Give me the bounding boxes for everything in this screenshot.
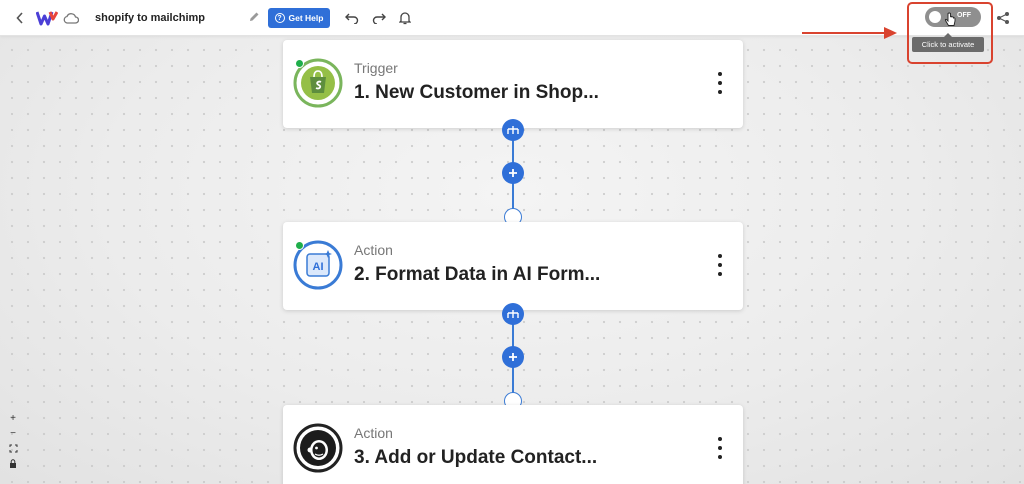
- bell-icon[interactable]: [398, 10, 412, 26]
- fit-screen-icon[interactable]: [6, 442, 20, 455]
- share-icon[interactable]: [995, 10, 1011, 26]
- step-menu-icon[interactable]: [713, 437, 727, 459]
- workflow-title[interactable]: shopify to mailchimp: [95, 9, 205, 27]
- get-help-label: Get Help: [288, 13, 324, 23]
- workflow-step-2[interactable]: AI Action 2. Format Data in AI Form...: [283, 222, 743, 310]
- step-type: Action: [354, 242, 393, 258]
- add-step-button[interactable]: [502, 346, 524, 368]
- zoom-in-button[interactable]: +: [6, 412, 20, 425]
- lock-icon[interactable]: [6, 457, 20, 470]
- step-menu-icon[interactable]: [713, 254, 727, 276]
- annotation-highlight-box: [907, 2, 993, 64]
- help-icon: ?: [274, 13, 285, 23]
- step-type: Trigger: [354, 60, 398, 76]
- add-step-button[interactable]: [502, 162, 524, 184]
- mailchimp-icon: [293, 423, 343, 473]
- chevron-left-icon[interactable]: [12, 9, 28, 27]
- zoom-out-button[interactable]: −: [6, 427, 20, 440]
- pencil-icon[interactable]: [247, 10, 261, 24]
- get-help-button[interactable]: ? Get Help: [268, 8, 330, 28]
- status-dot: [295, 59, 304, 68]
- step-type: Action: [354, 425, 393, 441]
- cloud-icon: [63, 10, 79, 26]
- workflow-step-3[interactable]: Action 3. Add or Update Contact...: [283, 405, 743, 484]
- step-name: 1. New Customer in Shop...: [354, 82, 599, 103]
- route-icon[interactable]: [502, 303, 524, 325]
- route-icon[interactable]: [502, 119, 524, 141]
- step-name: 3. Add or Update Contact...: [354, 447, 598, 468]
- step-name: 2. Format Data in AI Form...: [354, 264, 601, 285]
- annotation-arrow-icon: [800, 24, 900, 42]
- step-menu-icon[interactable]: [713, 72, 727, 94]
- canvas-controls: + −: [5, 412, 21, 470]
- workflow-step-1[interactable]: Trigger 1. New Customer in Shop...: [283, 40, 743, 128]
- undo-icon[interactable]: [344, 10, 360, 26]
- status-dot: [295, 241, 304, 250]
- app-logo-icon[interactable]: [36, 9, 58, 27]
- redo-icon[interactable]: [371, 10, 387, 26]
- svg-text:AI: AI: [313, 261, 324, 273]
